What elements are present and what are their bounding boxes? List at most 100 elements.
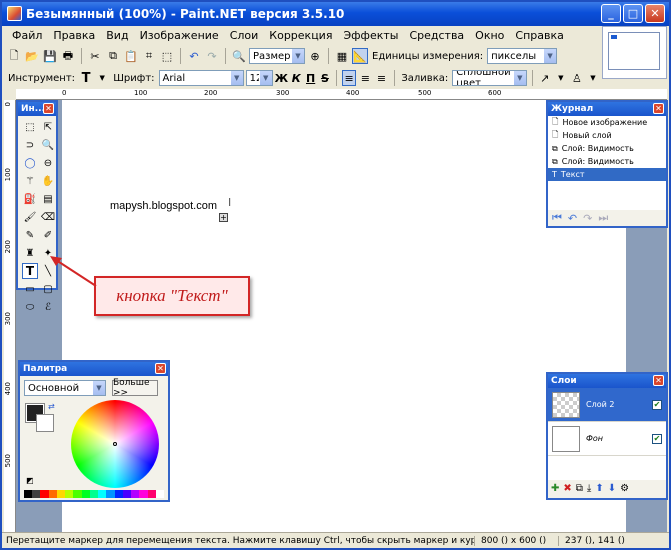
blend-mode-icon[interactable]: ♙	[570, 70, 584, 86]
paintbrush-icon[interactable]: 🖌	[22, 209, 38, 225]
magic-wand-icon[interactable]: ⚚	[22, 173, 38, 189]
print-icon[interactable]: 🖶	[60, 48, 76, 64]
menu-layers[interactable]: Слои	[226, 29, 266, 42]
secondary-color-swatch[interactable]	[36, 414, 54, 432]
crop-icon[interactable]: ⌗	[141, 48, 157, 64]
rulers-icon[interactable]: 📐	[352, 48, 368, 64]
close-icon[interactable]: ✕	[155, 363, 166, 374]
pencil-icon[interactable]: ✎	[22, 227, 38, 243]
copy-icon[interactable]: ⧉	[105, 48, 121, 64]
close-icon[interactable]: ✕	[653, 103, 664, 114]
save-icon[interactable]: 💾	[42, 48, 58, 64]
move-selection-icon[interactable]: ⇱	[40, 119, 56, 135]
align-left-icon[interactable]: ≡	[341, 70, 357, 86]
zoom-out-icon[interactable]: ⊖	[40, 155, 56, 171]
swap-colors-icon[interactable]: ⇄	[48, 402, 55, 411]
menu-window[interactable]: Окно	[471, 29, 511, 42]
font-select[interactable]: Arial ▼	[158, 70, 244, 86]
ellipse-select-icon[interactable]: ◯	[22, 155, 38, 171]
more-colors-button[interactable]: Больше >>	[112, 378, 158, 398]
history-redo-icon[interactable]: ↷	[583, 212, 592, 225]
history-item[interactable]: ⧉ Слой: Видимость	[548, 142, 666, 155]
menu-tools[interactable]: Средства	[405, 29, 471, 42]
close-button[interactable]: ✕	[645, 4, 665, 23]
italic-button[interactable]: К	[290, 72, 302, 85]
new-file-icon[interactable]: 🗋	[6, 48, 22, 64]
layer-visibility-checkbox[interactable]: ✔	[652, 399, 662, 410]
undo-icon[interactable]: ↶	[186, 48, 202, 64]
clone-stamp-icon[interactable]: ♜	[22, 245, 38, 261]
align-right-icon[interactable]: ≡	[374, 70, 388, 86]
lasso-icon[interactable]: ⊃	[22, 137, 38, 153]
color-wheel[interactable]	[71, 400, 159, 488]
text-tool-icon[interactable]: T	[79, 70, 93, 86]
menu-image[interactable]: Изображение	[136, 29, 226, 42]
deselect-icon[interactable]: ⬚	[159, 48, 175, 64]
close-icon[interactable]: ✕	[653, 375, 664, 386]
history-first-icon[interactable]: ⏮	[552, 211, 562, 225]
history-last-icon[interactable]: ⏭	[598, 211, 608, 225]
move-down-icon[interactable]: ⬇	[608, 483, 616, 494]
bold-button[interactable]: Ж	[275, 72, 288, 85]
fill-select[interactable]: Сплошной цвет ▼	[452, 70, 527, 86]
move-up-icon[interactable]: ⬆	[595, 483, 603, 494]
close-icon[interactable]: ✕	[43, 103, 54, 114]
rectangle-shape-icon[interactable]: ▭	[22, 281, 38, 297]
zoom-tool-icon[interactable]: 🔍	[40, 137, 56, 153]
open-file-icon[interactable]: 📂	[24, 48, 40, 64]
strikethrough-button[interactable]: S	[319, 72, 331, 85]
merge-down-icon[interactable]: ⤓	[587, 483, 591, 494]
add-layer-icon[interactable]: ✚	[551, 483, 559, 494]
underline-button[interactable]: П	[304, 72, 316, 85]
minimize-button[interactable]: _	[601, 4, 621, 23]
zoom-in-icon[interactable]: ⊕	[307, 48, 323, 64]
menu-file[interactable]: Файл	[8, 29, 49, 42]
layer-visibility-checkbox[interactable]: ✔	[652, 433, 662, 444]
redo-icon[interactable]: ↷	[204, 48, 220, 64]
menu-effects[interactable]: Эффекты	[339, 29, 405, 42]
color-palette-strip[interactable]	[24, 490, 164, 498]
history-item[interactable]: 🗋 Новый слой	[548, 129, 666, 142]
image-thumbnail[interactable]	[608, 32, 660, 70]
units-select[interactable]: пикселы ▼	[487, 48, 558, 64]
menu-view[interactable]: Вид	[102, 29, 135, 42]
menu-adjustments[interactable]: Коррекция	[265, 29, 339, 42]
menu-edit[interactable]: Правка	[49, 29, 102, 42]
freeform-shape-icon[interactable]: ℰ	[40, 299, 56, 315]
paste-icon[interactable]: 📋	[123, 48, 139, 64]
pan-icon[interactable]: ✋	[40, 173, 56, 189]
reset-colors-icon[interactable]: ◩	[26, 476, 34, 485]
history-item[interactable]: ⧉ Слой: Видимость	[548, 155, 666, 168]
cut-icon[interactable]: ✂	[87, 48, 103, 64]
rectangle-select-icon[interactable]: ⬚	[22, 119, 38, 135]
duplicate-layer-icon[interactable]: ⧉	[576, 483, 583, 494]
menu-help[interactable]: Справка	[511, 29, 570, 42]
palette-mode-select[interactable]: Основной ▼	[24, 380, 106, 396]
move-handle-icon[interactable]: +	[219, 213, 228, 222]
color-picker-icon[interactable]: ✐	[40, 227, 56, 243]
layer-row[interactable]: Фон ✔	[548, 422, 666, 456]
history-undo-icon[interactable]: ↶	[568, 212, 577, 225]
history-item[interactable]: 🗋 Новое изображение	[548, 116, 666, 129]
antialias-icon[interactable]: ↗	[538, 70, 552, 86]
grid-icon[interactable]: ▦	[334, 48, 350, 64]
layer-properties-icon[interactable]: ⚙	[620, 483, 629, 494]
paint-bucket-icon[interactable]: ⛽	[22, 191, 38, 207]
delete-layer-icon[interactable]: ✖	[563, 483, 571, 494]
chevron-down-icon[interactable]: ▼	[586, 70, 600, 86]
chevron-down-icon[interactable]: ▼	[554, 70, 568, 86]
align-center-icon[interactable]: ≡	[358, 70, 372, 86]
font-size-select[interactable]: 12 ▼	[245, 70, 273, 86]
canvas-text[interactable]: mapysh.blogspot.com	[110, 200, 217, 212]
layer-row-selected[interactable]: Слой 2 ✔	[548, 388, 666, 422]
chevron-down-icon[interactable]: ▼	[95, 70, 109, 86]
eraser-icon[interactable]: ⌫	[40, 209, 56, 225]
gradient-icon[interactable]: ▤	[40, 191, 56, 207]
image-thumbnail-strip[interactable]	[602, 26, 667, 79]
ellipse-shape-icon[interactable]: ⬭	[22, 299, 38, 315]
history-item-selected[interactable]: T Текст	[548, 168, 666, 181]
maximize-button[interactable]: □	[623, 4, 643, 23]
text-tool-button[interactable]: T	[22, 263, 38, 279]
zoom-select[interactable]: Размер о ▼	[249, 48, 305, 64]
zoom-icon[interactable]: 🔍	[231, 48, 247, 64]
